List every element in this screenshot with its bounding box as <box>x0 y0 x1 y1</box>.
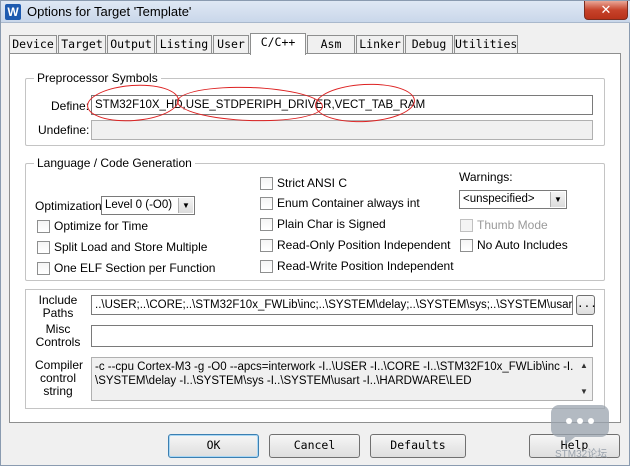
title-bar[interactable]: W Options for Target 'Template' ✕ <box>1 1 630 23</box>
warnings-select[interactable]: <unspecified> ▼ <box>459 190 567 209</box>
optimization-value: Level 0 (-O0) <box>105 199 173 211</box>
close-button[interactable]: ✕ <box>584 1 628 20</box>
strict-ansi-label: Strict ANSI C <box>277 176 348 190</box>
window-title: Options for Target 'Template' <box>27 4 192 19</box>
tab-utilities[interactable]: Utilities <box>454 35 518 53</box>
tab-device[interactable]: Device <box>9 35 57 53</box>
ropi-label: Read-Only Position Independent <box>277 238 451 252</box>
tab-linker[interactable]: Linker <box>356 35 404 53</box>
ropi-checkbox[interactable] <box>260 239 273 252</box>
enum-container-label: Enum Container always int <box>277 196 420 210</box>
tab-debug[interactable]: Debug <box>405 35 453 53</box>
optimization-label: Optimization: <box>35 199 106 213</box>
tab-output[interactable]: Output <box>107 35 155 53</box>
app-icon: W <box>5 4 21 20</box>
plain-char-label: Plain Char is Signed <box>277 217 386 231</box>
warnings-value: <unspecified> <box>463 193 535 205</box>
tab-listing[interactable]: Listing <box>156 35 212 53</box>
misc-controls-input[interactable] <box>91 325 593 347</box>
define-input[interactable]: STM32F10X_HD,USE_STDPERIPH_DRIVER,VECT_T… <box>91 95 593 115</box>
thumb-mode-label: Thumb Mode <box>477 218 548 232</box>
browse-include-button[interactable]: ... <box>576 295 597 315</box>
strict-ansi-checkbox[interactable] <box>260 177 273 190</box>
no-auto-includes-label: No Auto Includes <box>477 238 568 252</box>
chevron-down-icon: ▼ <box>178 198 193 213</box>
options-dialog: W Options for Target 'Template' ✕ Device… <box>0 0 630 466</box>
rwpi-label: Read-Write Position Independent <box>277 259 454 273</box>
cancel-button[interactable]: Cancel <box>269 434 360 458</box>
rwpi-checkbox[interactable] <box>260 260 273 273</box>
elf-section-label: One ELF Section per Function <box>54 261 216 275</box>
plain-char-checkbox[interactable] <box>260 218 273 231</box>
scroll-up-icon[interactable]: ▲ <box>577 359 591 373</box>
tab-user[interactable]: User <box>213 35 249 53</box>
language-group-label: Language / Code Generation <box>34 156 195 170</box>
compiler-string-line-2: \SYSTEM\delay -I..\SYSTEM\sys -I..\SYSTE… <box>95 375 472 387</box>
elf-section-checkbox[interactable] <box>37 262 50 275</box>
include-paths-input[interactable]: ..\USER;..\CORE;..\STM32F10x_FWLib\inc;.… <box>91 295 573 315</box>
scroll-down-icon[interactable]: ▼ <box>577 385 591 399</box>
preprocessor-group-label: Preprocessor Symbols <box>34 71 161 85</box>
define-label: Define: <box>51 99 90 113</box>
undefine-input[interactable] <box>91 120 593 140</box>
compiler-string-label: Compiler control string <box>35 358 84 398</box>
optimize-time-label: Optimize for Time <box>54 219 149 233</box>
split-load-checkbox[interactable] <box>37 241 50 254</box>
ok-button[interactable]: OK <box>168 434 259 458</box>
no-auto-includes-checkbox[interactable] <box>460 239 473 252</box>
split-load-label: Split Load and Store Multiple <box>54 240 208 254</box>
tab-target[interactable]: Target <box>58 35 106 53</box>
compiler-string-box: -c --cpu Cortex-M3 -g -O0 --apcs=interwo… <box>91 357 593 401</box>
tab-c-cpp[interactable]: C/C++ <box>250 33 306 55</box>
undefine-label: Undefine: <box>38 123 90 137</box>
watermark-text: STM32论坛 <box>555 449 608 460</box>
compiler-string-line-1: -c --cpu Cortex-M3 -g -O0 --apcs=interwo… <box>95 361 574 373</box>
thumb-mode-checkbox[interactable] <box>460 219 473 232</box>
optimization-select[interactable]: Level 0 (-O0) ▼ <box>101 196 195 215</box>
enum-container-checkbox[interactable] <box>260 197 273 210</box>
misc-controls-label: Misc Controls <box>35 322 81 349</box>
warnings-label: Warnings: <box>459 170 513 184</box>
optimize-time-checkbox[interactable] <box>37 220 50 233</box>
forum-watermark: STM32论坛 <box>551 399 621 461</box>
tab-asm[interactable]: Asm <box>307 35 355 53</box>
chevron-down-icon: ▼ <box>550 192 565 207</box>
include-paths-label: Include Paths <box>38 293 78 320</box>
defaults-button[interactable]: Defaults <box>370 434 466 458</box>
